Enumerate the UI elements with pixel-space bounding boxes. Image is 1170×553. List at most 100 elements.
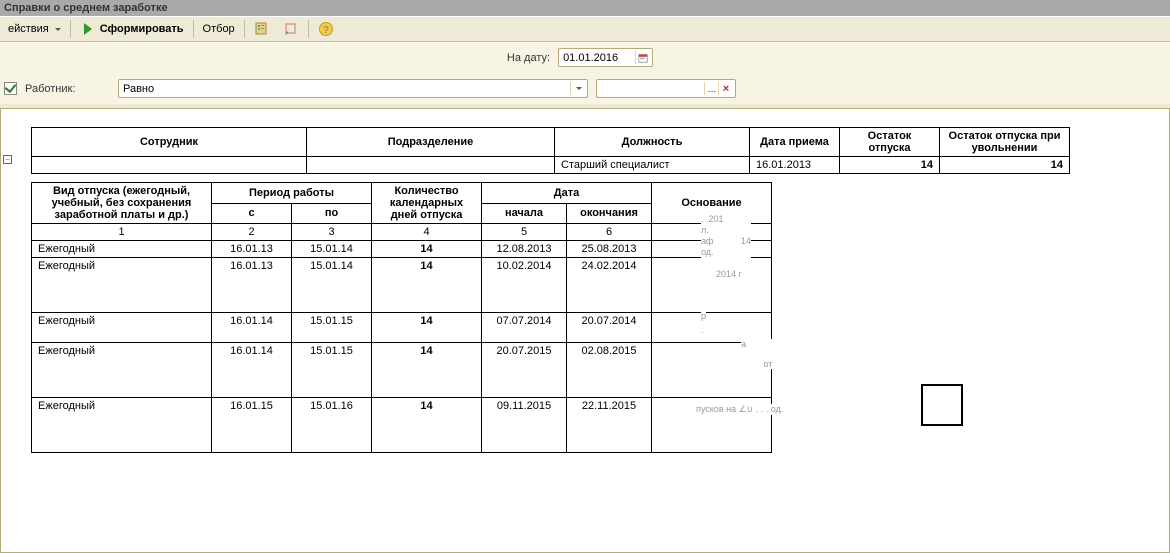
window-title: Справки о среднем заработке [4,2,168,14]
hdr-type: Вид отпуска (ежегодный, учебный, без сох… [32,183,212,224]
play-icon [80,21,96,37]
filter-button[interactable]: Отбор [197,19,241,40]
cell-to: 15.01.16 [292,398,372,453]
hdr-from: с [212,203,292,224]
table-row: Ежегодный16.01.1515.01.161409.11.201522.… [32,398,772,453]
cell-end: 22.11.2015 [567,398,652,453]
summary-table: Сотрудник Подразделение Должность Дата п… [31,127,1070,174]
settings-button[interactable] [248,19,276,40]
help-button[interactable]: ? [312,19,340,40]
cell-basis [652,343,772,398]
col-position: Должность [555,128,750,157]
actions-menu[interactable]: ействия [2,19,67,40]
cell-end: 25.08.2013 [567,241,652,258]
clear-icon[interactable]: × [718,82,731,95]
cell-basis [652,258,772,313]
cell-start: 10.02.2014 [482,258,567,313]
worker-checkbox[interactable] [4,82,17,95]
form-label: Сформировать [100,23,184,35]
worker-op-value: Равно [123,83,154,95]
col-number: 7 [652,224,772,241]
redaction-box [921,384,963,426]
date-input[interactable]: 01.01.2016 [558,48,653,67]
col-hiredate: Дата приема [750,128,840,157]
cell-type: Ежегодный [32,258,212,313]
cell-type: Ежегодный [32,398,212,453]
restore-icon [283,21,299,37]
toolbar-separator [308,20,309,38]
restore-button[interactable] [277,19,305,40]
cell-basis [652,398,772,453]
hdr-period: Период работы [212,183,372,204]
cell-days: 14 [372,343,482,398]
cell-start: 09.11.2015 [482,398,567,453]
cell-basis [652,313,772,343]
toolbar-separator [70,20,71,38]
col-employee: Сотрудник [32,128,307,157]
settings-icon [254,21,270,37]
date-filter-row: На дату: 01.01.2016 [0,42,1170,73]
report-content: Сотрудник Подразделение Должность Дата п… [1,109,1169,453]
col-number-row: 1234567 [32,224,772,241]
toolbar-separator [193,20,194,38]
date-label: На дату: [507,52,550,64]
hdr-basis: Основание [652,183,772,224]
cell-end: 24.02.2014 [567,258,652,313]
window-titlebar: Справки о среднем заработке [0,0,1170,16]
summary-row: Старший специалист 16.01.2013 14 14 [32,157,1070,174]
report-area: − Сотрудник Подразделение Должность Дата… [0,108,1170,553]
hdr-end: окончания [567,203,652,224]
cell-from: 16.01.14 [212,313,292,343]
cell-days: 14 [372,241,482,258]
hdr-date: Дата [482,183,652,204]
table-row: Ежегодный16.01.1415.01.151407.07.201420.… [32,313,772,343]
cell-type: Ежегодный [32,343,212,398]
cell-days: 14 [372,313,482,343]
col-number: 3 [292,224,372,241]
hdr-start: начала [482,203,567,224]
actions-label: ействия [8,23,49,35]
detail-table: Вид отпуска (ежегодный, учебный, без сох… [31,182,772,453]
filter-label: Отбор [203,23,235,35]
cell-to: 15.01.15 [292,313,372,343]
table-row: Ежегодный16.01.1315.01.141410.02.201424.… [32,258,772,313]
col-number: 6 [567,224,652,241]
cell-to: 15.01.14 [292,258,372,313]
form-button[interactable]: Сформировать [74,19,190,40]
col-department: Подразделение [307,128,555,157]
cell-type: Ежегодный [32,241,212,258]
cell-employee [32,157,307,174]
cell-basis [652,241,772,258]
table-row: Ежегодный16.01.1315.01.141412.08.201325.… [32,241,772,258]
cell-days: 14 [372,258,482,313]
col-remainder: Остаток отпуска [840,128,940,157]
toolbar: ействия Сформировать Отбор ? [0,16,1170,42]
worker-label: Работник: [25,83,110,95]
chevron-down-icon[interactable] [570,82,583,95]
chevron-down-icon [55,28,61,31]
calendar-icon[interactable] [635,51,648,64]
help-icon: ? [318,21,334,37]
hdr-days: Количество календарных дней отпуска [372,183,482,224]
col-number: 2 [212,224,292,241]
toolbar-separator [244,20,245,38]
worker-op-select[interactable]: Равно [118,79,588,98]
cell-position: Старший специалист [555,157,750,174]
cell-department [307,157,555,174]
cell-from: 16.01.15 [212,398,292,453]
svg-text:?: ? [323,25,329,36]
ellipsis-icon[interactable]: … [704,82,717,95]
worker-value-input[interactable]: … × [596,79,736,98]
cell-to: 15.01.15 [292,343,372,398]
cell-end: 20.07.2014 [567,313,652,343]
cell-start: 07.07.2014 [482,313,567,343]
col-number: 5 [482,224,567,241]
worker-filter-row: Работник: Равно … × [0,73,1170,104]
cell-from: 16.01.14 [212,343,292,398]
cell-end: 02.08.2015 [567,343,652,398]
col-number: 1 [32,224,212,241]
table-row: Ежегодный16.01.1415.01.151420.07.201502.… [32,343,772,398]
cell-hiredate: 16.01.2013 [750,157,840,174]
hdr-to: по [292,203,372,224]
col-number: 4 [372,224,482,241]
